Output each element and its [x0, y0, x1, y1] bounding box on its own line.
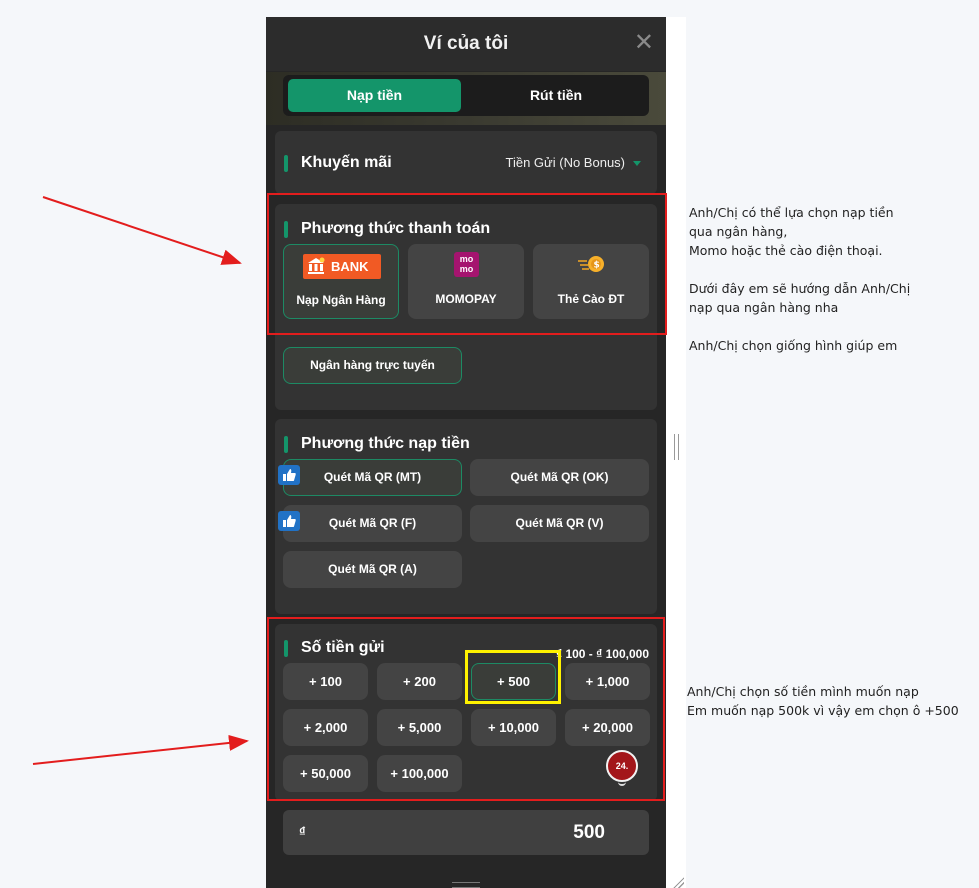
instruction-note-payment: Anh/Chị có thể lựa chọn nạp tiền qua ngâ… — [689, 205, 911, 353]
arrow-to-amount — [32, 734, 249, 765]
instruction-note-amount: Anh/Chị chọn số tiền mình muốn nạp Em mu… — [687, 684, 959, 718]
annotation-arrows — [32, 196, 249, 765]
arrow-to-payment-method — [42, 196, 242, 265]
